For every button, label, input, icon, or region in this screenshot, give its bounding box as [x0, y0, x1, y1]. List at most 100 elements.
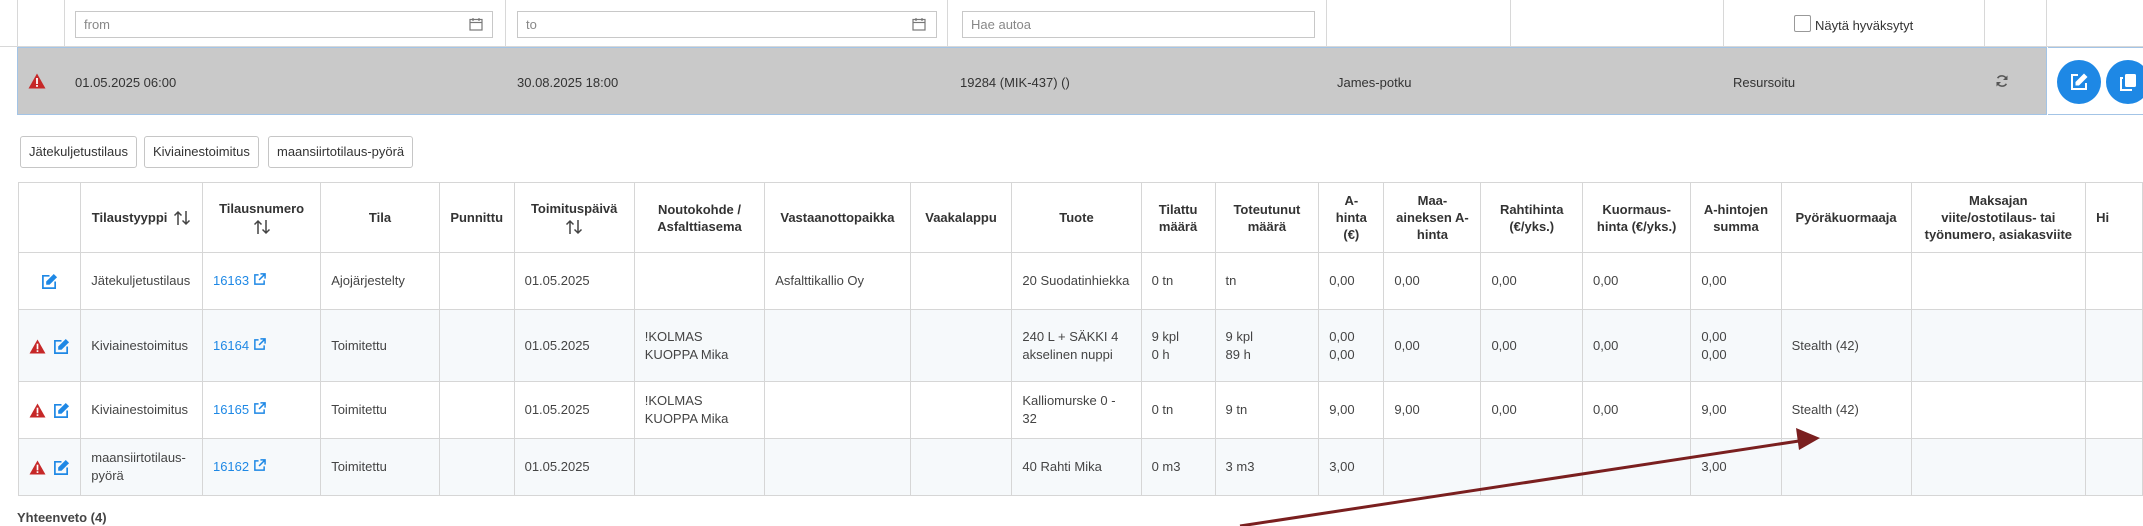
warning-icon — [29, 403, 46, 418]
cell-type: Kiviainestoimitus — [80, 309, 203, 382]
cell-loading-price: 0,00 — [1581, 381, 1692, 439]
edit-icon[interactable] — [53, 459, 70, 476]
cell-delivery-date: 01.05.2025 — [513, 381, 635, 439]
col-header-delivery-date[interactable]: Toimituspäivä — [513, 182, 635, 253]
filter-divider — [1326, 0, 1327, 46]
cell-pickup — [633, 438, 766, 496]
tag-maansiirtotilaus-pyora[interactable]: maansiirtotilaus-pyörä — [268, 136, 414, 168]
cell-unit-price: 0,00 — [1318, 252, 1385, 310]
calendar-icon[interactable] — [469, 17, 483, 31]
warning-icon — [29, 460, 46, 475]
cell-realized-qty: 9 kpl 89 h — [1214, 309, 1320, 382]
edit-icon[interactable] — [53, 402, 70, 419]
col-header-more: Hi — [2085, 182, 2143, 253]
filter-divider — [2046, 0, 2047, 46]
col-header-wheel-loader: Pyöräkuormaaja — [1780, 182, 1912, 253]
cell-unit-price: 9,00 — [1318, 381, 1385, 439]
cell-delivery-date: 01.05.2025 — [513, 252, 635, 310]
table-row[interactable]: Kiviainestoimitus 16164 Toimitettu 01.05.20… — [17, 309, 2143, 382]
external-link-icon[interactable] — [253, 337, 266, 351]
filter-divider — [1984, 0, 1985, 46]
col-header-scale-note: Vaakalappu — [909, 182, 1013, 253]
tag-jatekuljetustilaus[interactable]: Jätekuljetustilaus — [20, 136, 137, 168]
cell-scale-note — [909, 252, 1013, 310]
cell-receiver — [764, 309, 911, 382]
to-date-input[interactable] — [517, 11, 937, 38]
sort-icon[interactable] — [565, 219, 583, 235]
col-header-price-sum: A-hintojen summa — [1690, 182, 1782, 253]
cell-material-price: 0,00 — [1383, 252, 1482, 310]
cell-receiver: Asfalttikallio Oy — [764, 252, 911, 310]
cell-freight-price: 0,00 — [1480, 381, 1583, 439]
table-header-row: Tilaustyyppi Tilausnumero Tila Punnittu … — [17, 182, 2143, 253]
order-number-link[interactable]: 16164 — [213, 338, 249, 353]
row-actions-cell — [17, 252, 82, 310]
warning-icon — [29, 339, 46, 354]
edit-resource-button[interactable] — [2057, 60, 2101, 104]
cell-loading-price: 0,00 — [1581, 309, 1692, 382]
cell-number: 16162 — [201, 438, 322, 496]
edit-icon[interactable] — [41, 273, 58, 290]
cell-price-sum: 9,00 — [1690, 381, 1782, 439]
external-link-icon[interactable] — [253, 273, 266, 286]
edit-icon[interactable] — [53, 338, 70, 355]
sort-icon[interactable] — [173, 210, 191, 226]
cell-type: Kiviainestoimitus — [80, 381, 203, 439]
cell-unit-price: 0,00 0,00 — [1318, 309, 1385, 382]
col-header-pickup: Noutokohde / Asfalttiasema — [633, 182, 766, 253]
cell-pickup: !KOLMAS KUOPPA Mika — [633, 381, 766, 439]
cell-price-sum: 3,00 — [1690, 438, 1782, 496]
row-actions-cell — [17, 438, 82, 496]
cell-product: Kalliomurske 0 - 32 — [1011, 381, 1142, 439]
cell-ordered-qty: 0 m3 — [1140, 438, 1216, 496]
filter-divider — [947, 0, 948, 46]
refresh-icon[interactable] — [1995, 74, 2009, 88]
cell-more — [2085, 252, 2143, 310]
filter-divider — [1510, 0, 1511, 46]
cell-wheel-loader — [1780, 252, 1912, 310]
cell-realized-qty: tn — [1214, 252, 1320, 310]
cell-scale-note — [909, 438, 1013, 496]
col-header-type[interactable]: Tilaustyyppi — [80, 182, 203, 253]
from-date-input[interactable] — [75, 11, 493, 38]
car-search-input[interactable] — [962, 11, 1315, 38]
summary-heading: Yhteenveto (4) — [17, 510, 107, 525]
order-number-link[interactable]: 16163 — [213, 273, 249, 288]
cell-weighed — [438, 381, 515, 439]
cell-number: 16165 — [201, 381, 322, 439]
cell-state: Toimitettu — [320, 381, 440, 439]
resource-status: Resursoitu — [1733, 75, 1796, 90]
order-number-link[interactable]: 16165 — [213, 402, 249, 417]
table-row[interactable]: maansiirtotilaus-pyörä 16162 Toimitettu 01.… — [17, 438, 2143, 496]
calendar-icon[interactable] — [912, 17, 926, 31]
external-link-icon[interactable] — [253, 402, 266, 415]
table-row[interactable]: Jätekuljetustilaus 16163 Ajojärjestelty 01.… — [17, 252, 2143, 310]
cell-weighed — [438, 438, 515, 496]
cell-number: 16164 — [201, 309, 322, 382]
resource-start-time: 01.05.2025 06:00 — [75, 75, 177, 90]
col-header-payer-ref: Maksajan viite/ostotilaus- tai työnumero… — [1910, 182, 2087, 253]
order-number-link[interactable]: 16162 — [213, 459, 249, 474]
col-header-realized-qty: Toteutunut määrä — [1214, 182, 1320, 253]
copy-icon — [2120, 74, 2136, 91]
cell-product: 40 Rahti Mika — [1011, 438, 1142, 496]
cell-receiver — [764, 438, 911, 496]
cell-ordered-qty: 0 tn — [1140, 252, 1216, 310]
cell-wheel-loader — [1780, 438, 1912, 496]
sort-icon[interactable] — [253, 219, 271, 235]
cell-delivery-date: 01.05.2025 — [513, 309, 635, 382]
copy-resource-button[interactable] — [2106, 60, 2143, 104]
col-header-material-price: Maa-aineksen A-hinta — [1383, 182, 1482, 253]
cell-state: Toimitettu — [320, 438, 440, 496]
col-header-number[interactable]: Tilausnumero — [201, 182, 322, 253]
cell-product: 20 Suodatinhiekka — [1011, 252, 1142, 310]
row-actions-cell — [17, 381, 82, 439]
table-row[interactable]: Kiviainestoimitus 16165 Toimitettu 01.05.20… — [17, 381, 2143, 439]
external-link-icon[interactable] — [253, 459, 266, 472]
filter-row: Näytä hyväksytyt — [0, 0, 2143, 47]
cell-material-price — [1383, 438, 1482, 496]
tag-kiviainestoimitus[interactable]: Kiviainestoimitus — [144, 136, 259, 168]
show-approved-checkbox[interactable] — [1794, 15, 1811, 32]
cell-weighed — [438, 252, 515, 310]
show-approved-label: Näytä hyväksytyt — [1815, 18, 1914, 33]
